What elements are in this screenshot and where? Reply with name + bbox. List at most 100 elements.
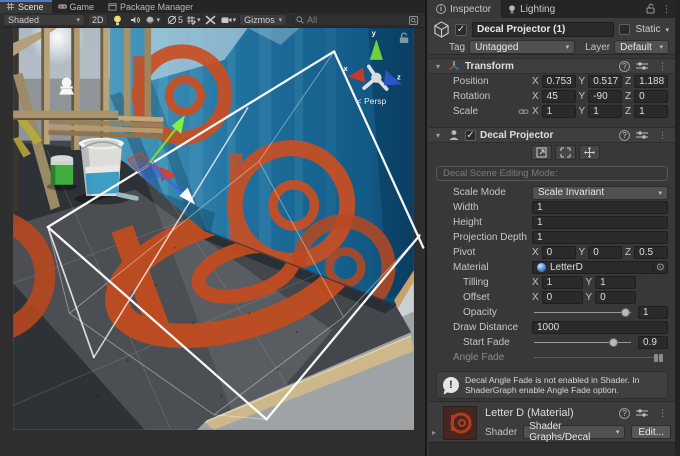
pivot-y-field[interactable]: 0	[588, 246, 622, 259]
material-value: LetterD	[550, 262, 649, 273]
search-window-icon[interactable]	[409, 16, 418, 25]
layer-dropdown[interactable]: Default ▾	[614, 40, 669, 54]
kebab-menu-icon[interactable]: ⋮	[654, 408, 671, 419]
rotation-z-field[interactable]: 0	[634, 90, 668, 103]
minmax-handle[interactable]	[654, 354, 663, 362]
chevron-down-icon[interactable]: ▾	[197, 16, 201, 24]
start-fade-label: Start Fade	[463, 337, 532, 348]
scene-search-input[interactable]: All	[292, 14, 422, 26]
kebab-menu-icon[interactable]: ⋮	[654, 130, 671, 141]
pivot-z-field[interactable]: 0.5	[634, 246, 668, 259]
persp-label[interactable]: Persp	[364, 96, 386, 106]
offset-row: Offset X0 Y0	[429, 290, 675, 305]
position-y-field[interactable]: 0.517	[588, 75, 622, 88]
shader-dropdown[interactable]: Shader Graphs/Decal ▾	[523, 425, 625, 439]
start-fade-slider[interactable]	[532, 336, 633, 349]
scene-lighting-toggle[interactable]	[111, 14, 125, 26]
tab-scene[interactable]: Scene	[0, 0, 52, 13]
angle-fade-minmax-slider[interactable]	[532, 351, 663, 364]
hidden-objects-button[interactable]: 5	[167, 14, 183, 26]
static-dropdown-icon[interactable]: ▾	[665, 26, 669, 34]
opacity-row: Opacity 1	[429, 305, 675, 320]
scene-tabstrip: Scene Game Package Manager	[0, 0, 425, 13]
help-icon[interactable]: ?	[619, 130, 630, 141]
material-foldout-icon[interactable]: ▸	[432, 428, 436, 437]
foldout-icon[interactable]: ▾	[433, 62, 443, 71]
help-icon[interactable]: ?	[619, 61, 630, 72]
tag-value: Untagged	[475, 42, 561, 53]
opacity-field[interactable]: 1	[638, 306, 668, 319]
grid-pencil-icon	[186, 15, 196, 25]
toolbar-separator	[163, 15, 164, 25]
scene-audio-toggle[interactable]	[128, 14, 142, 26]
tag-dropdown[interactable]: Untagged ▾	[469, 40, 575, 54]
pivot-x-field[interactable]: 0	[542, 246, 576, 259]
tilling-x-field[interactable]: 1	[542, 276, 583, 289]
presets-icon[interactable]	[636, 61, 648, 71]
kebab-menu-icon[interactable]: ⋮	[658, 0, 675, 18]
pivot-edit-mode-button[interactable]	[579, 145, 600, 160]
tab-game[interactable]: Game	[52, 0, 103, 13]
shader-edit-button[interactable]: Edit...	[631, 425, 671, 439]
tool-settings-button[interactable]	[204, 14, 218, 26]
gameobject-name-field[interactable]: Decal Projector (1)	[472, 22, 614, 37]
tab-lighting[interactable]: Lighting	[501, 0, 565, 18]
chevron-down-icon[interactable]: ▾	[233, 16, 237, 24]
axis-z-label: Z	[625, 76, 631, 87]
effects-icon	[145, 15, 156, 25]
start-fade-field[interactable]: 0.9	[638, 336, 668, 349]
chevron-down-icon: ▾	[659, 43, 663, 51]
gizmo-center-cube[interactable]	[371, 73, 381, 83]
grid-settings-button[interactable]: ▾	[186, 14, 201, 26]
scale-z-field[interactable]: 1	[634, 105, 668, 118]
material-object-field[interactable]: LetterD ⊙	[532, 261, 668, 274]
position-x-field[interactable]: 0.753	[542, 75, 576, 88]
rotation-x-field[interactable]: 45	[542, 90, 576, 103]
rotation-y-field[interactable]: -90	[588, 90, 622, 103]
letter-d-logo	[444, 407, 476, 439]
projection-depth-field[interactable]: 1	[532, 231, 668, 244]
component-enabled-checkbox[interactable]: ✓	[465, 130, 476, 141]
camera-settings-button[interactable]: ▾	[221, 14, 237, 26]
decal-projector-header[interactable]: ▾ ✓ Decal Projector ? ⋮	[429, 127, 675, 143]
scene-viewport[interactable]: y x z < Persp	[0, 28, 427, 456]
gameobject-name: Decal Projector (1)	[477, 24, 565, 35]
tilling-y-field[interactable]: 1	[595, 276, 636, 289]
offset-x-field[interactable]: 0	[542, 291, 583, 304]
foldout-icon[interactable]: ▾	[433, 131, 443, 140]
help-icon[interactable]: ?	[619, 408, 630, 419]
tab-inspector[interactable]: i Inspector	[429, 0, 501, 18]
shader-label: Shader	[485, 427, 517, 438]
transform-header[interactable]: ▾ Transform ? ⋮	[429, 58, 675, 74]
scene-effects-toggle[interactable]: ▾	[145, 14, 161, 26]
object-picker-icon[interactable]: ⊙	[653, 261, 667, 274]
scale-mode-dropdown[interactable]: Scale Invariant ▾	[532, 186, 668, 200]
kebab-menu-icon[interactable]: ⋮	[654, 61, 671, 72]
gizmos-dropdown[interactable]: Gizmos ▾	[239, 14, 287, 26]
crop-edit-mode-button[interactable]	[555, 145, 576, 160]
position-z-field[interactable]: 1.188	[634, 75, 668, 88]
active-checkbox[interactable]: ✓	[455, 24, 467, 36]
tab-package-manager[interactable]: Package Manager	[102, 0, 201, 13]
2d-toggle-button[interactable]: 2D	[88, 14, 108, 26]
constrain-proportions-icon[interactable]	[516, 106, 530, 117]
width-field[interactable]: 1	[532, 201, 668, 214]
material-thumbnail[interactable]	[443, 406, 477, 440]
inspector-tabstrip: i Inspector Lighting ⋮	[429, 0, 675, 18]
2d-label: 2D	[92, 15, 104, 25]
gameobject-cube-icon[interactable]	[433, 21, 450, 38]
unlock-icon[interactable]	[645, 3, 656, 14]
presets-icon[interactable]	[636, 130, 648, 140]
material-sphere-icon	[537, 263, 546, 272]
scale-edit-mode-button[interactable]	[531, 145, 552, 160]
shading-mode-dropdown[interactable]: Shaded ▾	[3, 14, 85, 26]
static-checkbox[interactable]	[619, 24, 630, 35]
draw-distance-field[interactable]: 1000	[532, 321, 668, 334]
opacity-slider[interactable]	[532, 306, 633, 319]
presets-icon[interactable]	[636, 408, 648, 418]
height-field[interactable]: 1	[532, 216, 668, 229]
offset-y-field[interactable]: 0	[595, 291, 636, 304]
scale-x-field[interactable]: 1	[542, 105, 576, 118]
chevron-down-icon[interactable]: ▾	[157, 16, 161, 24]
scale-y-field[interactable]: 1	[588, 105, 622, 118]
